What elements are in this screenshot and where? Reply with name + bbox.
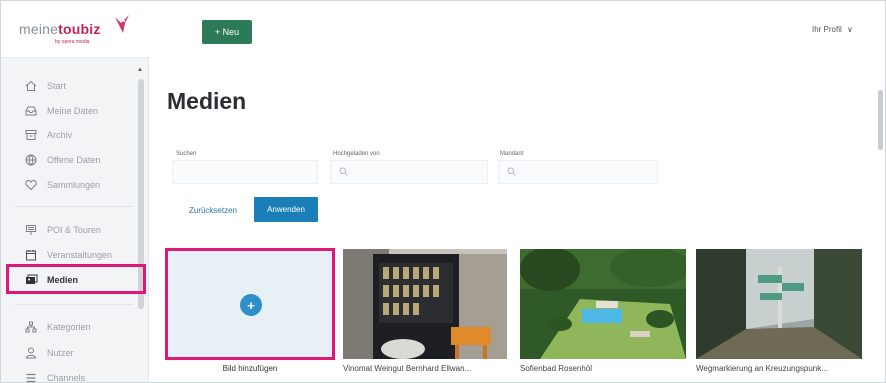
- plus-icon: +: [240, 294, 262, 316]
- sidebar-divider: [15, 304, 133, 305]
- calendar-icon: [23, 247, 39, 263]
- filter-label-hochgeladen-von: Hochgeladen von: [333, 151, 380, 157]
- vending-machine-image: [343, 249, 507, 359]
- home-icon: [23, 78, 39, 94]
- sidebar-item-label: Start: [47, 81, 67, 91]
- sidebar-item-channels[interactable]: Channels: [1, 366, 133, 383]
- hummingbird-logo-icon: [115, 15, 129, 33]
- trail-signpost-image: [696, 249, 862, 359]
- scroll-up-arrow[interactable]: ▲: [137, 67, 143, 73]
- profile-label: Ihr Profil: [812, 25, 842, 34]
- logo-subtitle: by opera media: [55, 39, 90, 45]
- sidebar-item-label: Veranstaltungen: [47, 250, 113, 260]
- swimming-pool-image: [520, 249, 686, 359]
- profile-menu[interactable]: Ihr Profil ∨: [812, 25, 853, 34]
- sidebar-item-label: Offene Daten: [47, 155, 101, 165]
- search-input[interactable]: [172, 160, 318, 184]
- media-thumbnail[interactable]: [696, 249, 862, 359]
- heart-icon: [23, 177, 39, 193]
- new-button[interactable]: + Neu: [202, 20, 252, 44]
- search-icon: [339, 167, 348, 176]
- page-scrollbar[interactable]: [878, 90, 883, 150]
- archive-icon: [23, 127, 39, 143]
- sidebar-item-archiv[interactable]: Archiv: [1, 123, 133, 147]
- sidebar-item-label: POI & Touren: [47, 225, 101, 235]
- search-icon: [507, 167, 516, 176]
- sidebar-item-start[interactable]: Start: [1, 74, 133, 98]
- media-thumbnail[interactable]: [343, 249, 507, 359]
- medien-highlight-box: [6, 264, 146, 294]
- add-image-tile[interactable]: +: [165, 248, 335, 360]
- sidebar-item-nutzer[interactable]: Nutzer: [1, 341, 133, 365]
- sidebar-item-sammlungen[interactable]: Sammlungen: [1, 173, 133, 197]
- uploaded-by-input[interactable]: [330, 160, 488, 184]
- mandant-input[interactable]: [498, 160, 658, 184]
- media-caption: Wegmarkierung an Kreuzungspunk...: [696, 364, 828, 373]
- channels-icon: [23, 370, 39, 383]
- sidebar-item-offene-daten[interactable]: Offene Daten: [1, 148, 133, 172]
- sidebar-item-meine-daten[interactable]: Meine Daten: [1, 99, 133, 123]
- logo-area[interactable]: meinetoubiz by opera media: [1, 1, 149, 58]
- add-image-caption: Bild hinzufügen: [222, 364, 278, 373]
- sidebar-item-poi-touren[interactable]: POI & Touren: [1, 218, 133, 242]
- chevron-down-icon: ∨: [847, 25, 853, 34]
- sidebar: meinetoubiz by opera media ▲ Start Meine…: [1, 1, 149, 383]
- apply-button[interactable]: Anwenden: [254, 197, 318, 222]
- media-thumbnail[interactable]: [520, 249, 686, 359]
- sidebar-item-label: Sammlungen: [47, 180, 101, 190]
- filter-label-mandant: Mandant: [500, 151, 524, 157]
- globe-icon: [23, 152, 39, 168]
- user-icon: [23, 345, 39, 361]
- media-caption: Sofienbad Rosenhöl: [520, 364, 593, 373]
- page-title: Medien: [167, 88, 247, 114]
- sidebar-divider: [15, 206, 133, 207]
- sidebar-item-label: Nutzer: [47, 348, 74, 358]
- logo: meinetoubiz: [19, 21, 101, 37]
- sidebar-item-label: Kategorien: [47, 322, 91, 332]
- hierarchy-icon: [23, 319, 39, 335]
- poi-icon: [23, 222, 39, 238]
- sidebar-item-kategorien[interactable]: Kategorien: [1, 315, 133, 339]
- media-caption: Vinomat Weingut Bernhard Ellwan...: [343, 364, 472, 373]
- sidebar-item-label: Channels: [47, 373, 86, 383]
- sidebar-item-label: Meine Daten: [47, 106, 99, 116]
- sidebar-item-label: Archiv: [47, 130, 73, 140]
- inbox-icon: [23, 103, 39, 119]
- reset-button[interactable]: Zurücksetzen: [176, 199, 250, 221]
- filter-label-suchen: Suchen: [176, 151, 197, 157]
